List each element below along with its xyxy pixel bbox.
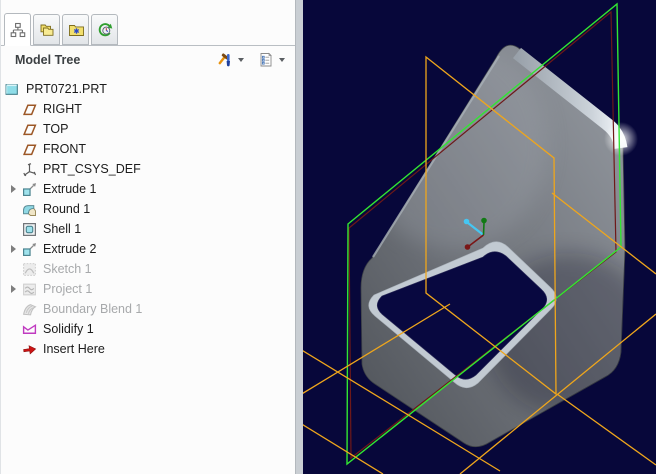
csys-green-axis xyxy=(482,222,485,236)
tree-item-round-1[interactable]: Round 1 xyxy=(1,199,295,219)
tree-item-right[interactable]: RIGHT xyxy=(1,99,295,119)
expand-caret[interactable] xyxy=(5,245,22,253)
tree-item-boundary-blend-1[interactable]: Boundary Blend 1 xyxy=(1,299,295,319)
specular-highlight xyxy=(604,122,638,156)
csys-cyan-point xyxy=(463,218,470,225)
caret-right-icon xyxy=(11,285,16,293)
tab-favorites[interactable] xyxy=(62,14,89,45)
tree-item-prt0721-prt[interactable]: PRT0721.PRT xyxy=(1,79,295,99)
graphics-area[interactable] xyxy=(303,0,656,474)
tab-model-tree[interactable] xyxy=(4,13,31,46)
panel-splitter[interactable] xyxy=(295,0,303,474)
tree-item-sketch-1[interactable]: Sketch 1 xyxy=(1,259,295,279)
part-icon xyxy=(5,82,20,97)
extrude-icon xyxy=(22,242,37,257)
chevron-down-icon xyxy=(279,58,285,62)
expand-caret[interactable] xyxy=(5,185,22,193)
tree-item-label: TOP xyxy=(43,122,69,136)
tree-item-extrude-2[interactable]: Extrude 2 xyxy=(1,239,295,259)
tree-item-project-1[interactable]: Project 1 xyxy=(1,279,295,299)
tab-model-tree-icon xyxy=(10,22,26,38)
caret-right-icon xyxy=(11,185,16,193)
csys-maroon-point xyxy=(464,244,471,250)
tree-settings-button[interactable] xyxy=(255,51,287,69)
tree-item-label: RIGHT xyxy=(43,102,82,116)
chevron-down-icon xyxy=(238,58,244,62)
model-tree: PRT0721.PRT RIGHT TOP FRONT PRT_CSYS_DEF… xyxy=(1,74,295,474)
tools-icon xyxy=(216,52,234,68)
boundary-blend-icon xyxy=(22,302,37,317)
project-icon xyxy=(22,282,37,297)
caret-right-icon xyxy=(11,245,16,253)
tree-item-insert-here[interactable]: Insert Here xyxy=(1,339,295,359)
datum-plane-icon xyxy=(22,142,37,157)
tree-item-label: Extrude 2 xyxy=(43,242,97,256)
insert-here-icon xyxy=(22,342,37,357)
settings-icon xyxy=(257,52,275,68)
csys-icon xyxy=(22,162,37,177)
tab-history[interactable] xyxy=(91,14,118,45)
tree-item-prt-csys-def[interactable]: PRT_CSYS_DEF xyxy=(1,159,295,179)
model-tree-panel: Model Tree PRT0721.PRT RIGHT TOP FRONT P… xyxy=(0,0,295,474)
tree-item-top[interactable]: TOP xyxy=(1,119,295,139)
tree-item-extrude-1[interactable]: Extrude 1 xyxy=(1,179,295,199)
tree-item-label: PRT0721.PRT xyxy=(26,82,107,96)
tree-item-shell-1[interactable]: Shell 1 xyxy=(1,219,295,239)
tree-item-solidify-1[interactable]: Solidify 1 xyxy=(1,319,295,339)
sketch-icon xyxy=(22,262,37,277)
tab-folder-browser[interactable] xyxy=(33,14,60,45)
round-icon xyxy=(22,202,37,217)
tree-item-label: Shell 1 xyxy=(43,222,82,236)
datum-plane-icon xyxy=(22,122,37,137)
tree-item-label: Sketch 1 xyxy=(43,262,92,276)
extrude-icon xyxy=(22,182,37,197)
tree-item-front[interactable]: FRONT xyxy=(1,139,295,159)
viewport-3d[interactable] xyxy=(303,0,656,474)
panel-title: Model Tree xyxy=(15,53,81,67)
datum-plane-icon xyxy=(22,102,37,117)
tree-item-label: Insert Here xyxy=(43,342,105,356)
tab-favorites-icon xyxy=(68,22,84,38)
tree-item-label: PRT_CSYS_DEF xyxy=(43,162,141,176)
navigator-tab-bar xyxy=(1,0,295,46)
model-tree-header: Model Tree xyxy=(1,46,295,74)
tab-folders-icon xyxy=(39,22,55,38)
tree-item-label: Solidify 1 xyxy=(43,322,94,336)
creo-window: Model Tree PRT0721.PRT RIGHT TOP FRONT P… xyxy=(0,0,656,474)
tree-tools-button[interactable] xyxy=(214,51,246,69)
tree-item-label: FRONT xyxy=(43,142,87,156)
csys-green-point xyxy=(481,217,487,224)
expand-caret[interactable] xyxy=(5,285,22,293)
tree-item-label: Extrude 1 xyxy=(43,182,97,196)
shell-icon xyxy=(22,222,37,237)
tree-item-label: Round 1 xyxy=(43,202,91,216)
tab-history-icon xyxy=(97,22,113,38)
tree-item-label: Project 1 xyxy=(43,282,93,296)
solidify-icon xyxy=(22,322,37,337)
tree-item-label: Boundary Blend 1 xyxy=(43,302,143,316)
